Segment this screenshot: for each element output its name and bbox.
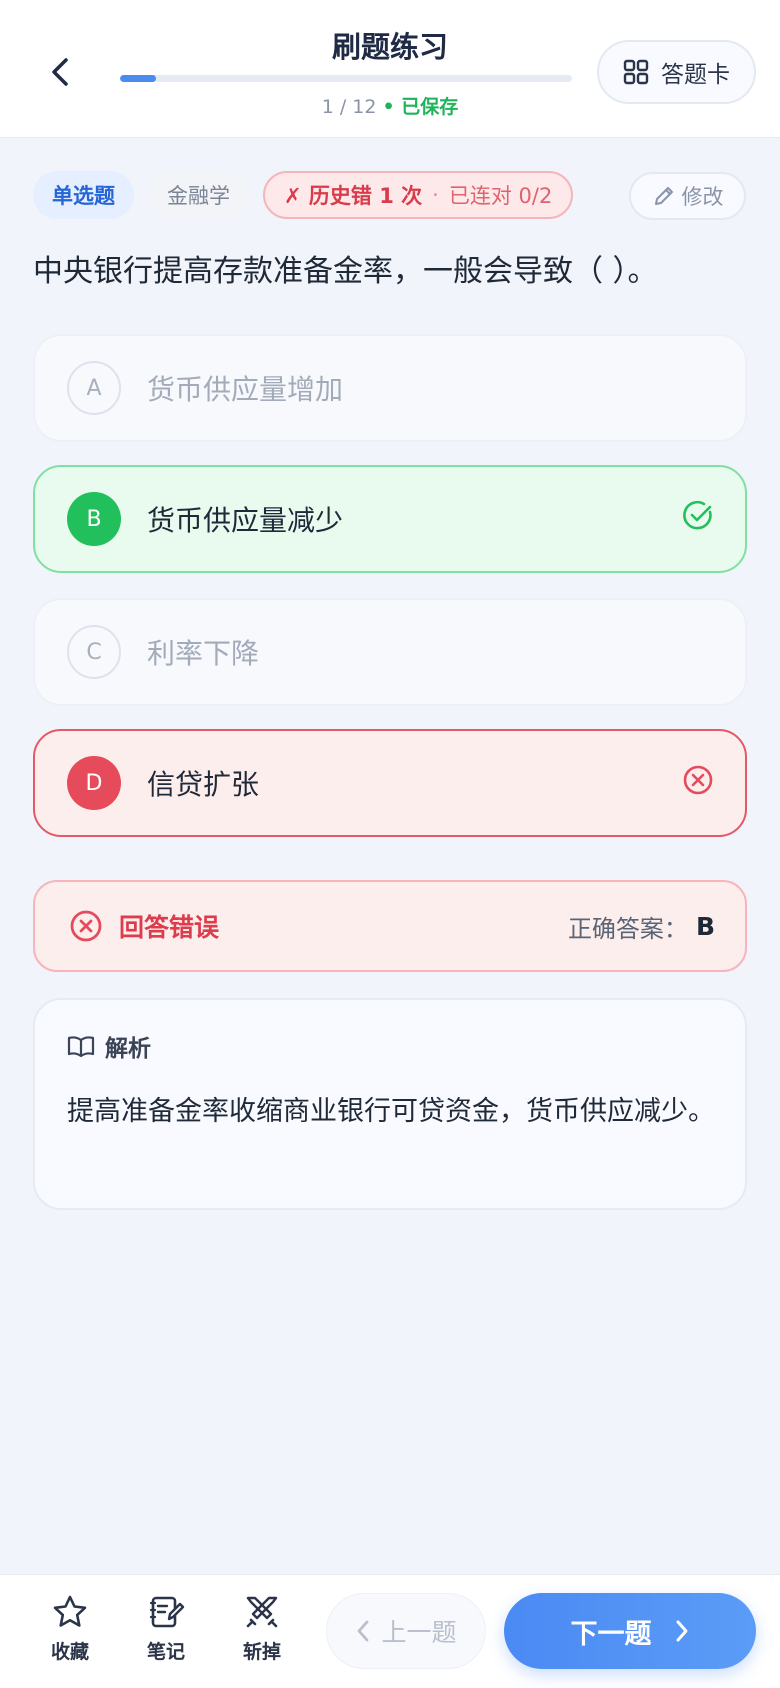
question-type-tag: 单选题 [33,171,134,219]
top-header: 刷题练习 1 / 12 • 已保存 答题卡 [0,0,780,138]
progress-fill [120,75,157,82]
correct-answer-value: B [695,911,715,941]
book-icon [67,1036,95,1058]
question-tags: 单选题 金融学 ✗ 历史错 1 次 · 已连对 0/2 [33,171,574,219]
option-text: 利率下降 [147,637,260,670]
option-d[interactable]: D 信贷扩张 [33,729,747,837]
edit-button[interactable]: 修改 [629,172,746,220]
next-question-button[interactable]: 下一题 [504,1593,756,1669]
option-letter: A [67,361,121,415]
previous-question-button[interactable]: 上一题 [326,1593,486,1669]
x-circle-icon [70,910,102,942]
saved-status: • 已保存 [382,96,459,118]
option-letter: C [67,625,121,679]
option-a[interactable]: A 货币供应量增加 [33,334,747,442]
analysis-header: 解析 [67,1030,151,1062]
analysis-card: 解析 提高准备金率收缩商业银行可贷资金，货币供应减少。 [33,998,747,1210]
grid-icon [623,59,649,85]
favorite-label: 收藏 [50,1641,89,1663]
notes-label: 笔记 [146,1641,185,1663]
history-error-count: ✗ 历史错 1 次 [284,184,423,208]
correct-answer-label: 正确答案： [567,914,688,943]
next-label: 下一题 [570,1618,652,1650]
progress-current: 1 [321,96,334,118]
subject-tag: 金融学 [148,171,249,219]
option-text: 货币供应量增加 [147,373,344,406]
crossed-swords-icon [246,1596,278,1628]
favorite-button[interactable]: 收藏 [34,1593,106,1673]
option-letter: D [67,756,121,810]
progress-total: 12 [352,96,377,118]
answer-result-banner: 回答错误 正确答案： B [33,880,747,972]
star-icon [53,1595,87,1627]
progress-bar [120,75,572,82]
previous-label: 上一题 [381,1618,457,1647]
chevron-right-icon [676,1620,687,1642]
notes-button[interactable]: 笔记 [130,1593,202,1673]
remove-button[interactable]: 斩掉 [226,1593,298,1673]
option-letter: B [67,492,121,546]
check-circle-icon [683,500,712,530]
analysis-text: 提高准备金率收缩商业银行可贷资金，货币供应减少。 [67,1096,715,1127]
answer-card-label: 答题卡 [661,62,730,88]
progress-separator: / [339,96,347,118]
bottom-action-bar: 收藏 笔记 斩掉 上一题 下一题 [0,1574,780,1688]
pencil-icon [654,187,673,205]
option-c[interactable]: C 利率下降 [33,598,747,706]
correct-answer: 正确答案： B [568,882,715,970]
analysis-title: 解析 [105,1036,151,1062]
history-separator: · [432,183,439,207]
question-text: 中央银行提高存款准备金率，一般会导致（ ）。 [33,254,658,289]
option-text: 货币供应量减少 [147,504,344,537]
option-text: 信贷扩张 [147,768,260,801]
answer-card-button[interactable]: 答题卡 [597,40,756,104]
edit-label: 修改 [681,185,724,209]
x-circle-icon [683,765,713,795]
chevron-left-icon [358,1620,369,1642]
notebook-edit-icon [149,1596,185,1628]
remove-label: 斩掉 [242,1641,281,1663]
result-label: 回答错误 [119,913,220,942]
history-error-tag: ✗ 历史错 1 次 · 已连对 0/2 [263,171,574,219]
option-b[interactable]: B 货币供应量减少 [33,465,747,573]
history-streak: 已连对 0/2 [448,184,553,208]
